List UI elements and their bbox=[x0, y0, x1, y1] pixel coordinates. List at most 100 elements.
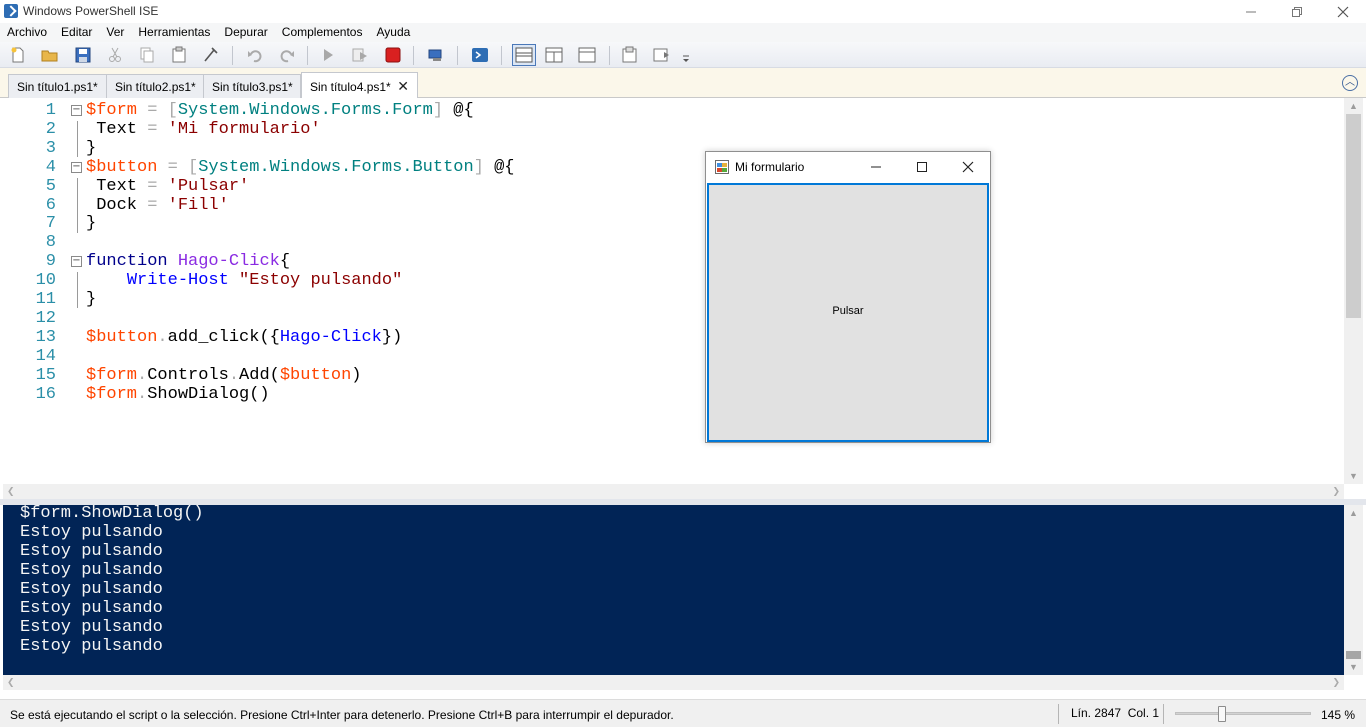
editor-vertical-scrollbar[interactable]: ▲ ▼ bbox=[1344, 98, 1363, 484]
code-token: } bbox=[86, 139, 97, 158]
remote-tab-icon bbox=[428, 49, 442, 61]
menu-herramientas[interactable]: Herramientas bbox=[131, 23, 217, 42]
close-tab-icon[interactable]: ✕ bbox=[397, 78, 409, 95]
code-token: add_click({ bbox=[167, 328, 280, 347]
line-number: 15 bbox=[35, 366, 56, 385]
redo-button[interactable] bbox=[278, 46, 296, 64]
scroll-left-icon[interactable]: ❮ bbox=[7, 675, 15, 690]
tab-sin-titulo2[interactable]: Sin título2.ps1* bbox=[106, 74, 204, 98]
code-token: ShowDialog() bbox=[147, 385, 270, 404]
layout-maximize-script-button[interactable] bbox=[578, 46, 596, 64]
tab-sin-titulo3[interactable]: Sin título3.ps1* bbox=[203, 74, 301, 98]
code-token: Hago-Click bbox=[279, 328, 382, 347]
code-text: } bbox=[86, 290, 96, 309]
tab-sin-titulo4[interactable]: Sin título4.ps1* ✕ bbox=[301, 72, 418, 99]
console-vertical-scrollbar[interactable]: ▲ ▼ bbox=[1344, 505, 1363, 675]
stop-button[interactable] bbox=[384, 46, 402, 64]
line-number: 2 bbox=[45, 120, 56, 139]
code-token: 'Fill' bbox=[167, 196, 229, 215]
maximize-icon bbox=[917, 162, 927, 172]
powershell-console-icon bbox=[472, 48, 488, 62]
cut-button[interactable] bbox=[106, 46, 124, 64]
code-line: 6 Dock = 'Fill' bbox=[3, 196, 1303, 215]
line-number: 16 bbox=[35, 385, 56, 404]
console-line: Estoy pulsando bbox=[20, 637, 163, 656]
new-file-button[interactable] bbox=[9, 46, 27, 64]
menu-ayuda[interactable]: Ayuda bbox=[369, 23, 417, 42]
menu-ver[interactable]: Ver bbox=[99, 23, 131, 42]
toolbar bbox=[0, 42, 1366, 68]
code-token: = bbox=[157, 158, 189, 177]
form-close-button[interactable] bbox=[945, 152, 991, 182]
undo-icon bbox=[248, 50, 262, 63]
script-editor[interactable]: − − − 1 $form = [System.Windows.Forms.For… bbox=[3, 98, 1344, 484]
layout-right-icon bbox=[545, 47, 563, 63]
code-token: . bbox=[137, 366, 148, 385]
show-commands-button[interactable] bbox=[653, 46, 671, 64]
run-selection-button[interactable] bbox=[351, 46, 369, 64]
menu-editar[interactable]: Editar bbox=[54, 23, 99, 42]
console-line: Estoy pulsando bbox=[20, 618, 163, 637]
console-pane[interactable]: $form.ShowDialog() Estoy pulsando Estoy pu… bbox=[3, 504, 1344, 675]
tab-sin-titulo1[interactable]: Sin título1.ps1* bbox=[8, 74, 107, 98]
scroll-right-icon[interactable]: ❯ bbox=[1332, 484, 1340, 499]
scroll-down-icon[interactable]: ▼ bbox=[1344, 468, 1363, 484]
paste-icon bbox=[172, 46, 186, 63]
clear-console-button[interactable] bbox=[202, 46, 220, 64]
menu-depurar[interactable]: Depurar bbox=[217, 23, 274, 42]
editor-horizontal-scrollbar[interactable]: ❮ ❯ bbox=[3, 484, 1344, 499]
line-number: 10 bbox=[35, 271, 56, 290]
save-icon bbox=[75, 47, 91, 63]
code-text: } bbox=[86, 214, 96, 233]
code-token: }) bbox=[381, 328, 403, 347]
scroll-down-icon[interactable]: ▼ bbox=[1344, 659, 1363, 675]
paste-button[interactable] bbox=[170, 46, 188, 64]
run-script-button[interactable] bbox=[319, 46, 337, 64]
minimize-button[interactable] bbox=[1228, 0, 1274, 23]
code-token: $form bbox=[86, 385, 138, 404]
code-token: } bbox=[86, 214, 97, 233]
zoom-slider[interactable] bbox=[1175, 706, 1311, 722]
code-token: . bbox=[137, 385, 148, 404]
powershell-console-button[interactable] bbox=[471, 46, 489, 64]
pulsar-button[interactable]: Pulsar bbox=[707, 183, 989, 442]
form-minimize-button[interactable] bbox=[853, 152, 899, 182]
code-token: } bbox=[86, 290, 97, 309]
form-maximize-button[interactable] bbox=[899, 152, 945, 182]
scroll-up-icon[interactable]: ▲ bbox=[1344, 98, 1363, 114]
code-token: = bbox=[147, 196, 158, 215]
scrollbar-thumb[interactable] bbox=[1346, 651, 1361, 659]
save-button[interactable] bbox=[74, 46, 92, 64]
scroll-right-icon[interactable]: ❯ bbox=[1332, 675, 1340, 690]
open-file-button[interactable] bbox=[41, 46, 59, 64]
code-line: 1 $form = [System.Windows.Forms.Form] @{ bbox=[3, 101, 1303, 120]
code-line: 16 $form.ShowDialog() bbox=[3, 385, 1303, 404]
menu-archivo[interactable]: Archivo bbox=[0, 23, 54, 42]
layout-top-icon bbox=[515, 47, 533, 63]
scroll-left-icon[interactable]: ❮ bbox=[7, 484, 15, 499]
code-token: "Estoy pulsando" bbox=[239, 271, 403, 290]
console-line: Estoy pulsando bbox=[20, 523, 163, 542]
console-horizontal-scrollbar[interactable]: ❮ ❯ bbox=[3, 675, 1344, 690]
code-token: 'Mi formulario' bbox=[167, 120, 321, 139]
menu-complementos[interactable]: Complementos bbox=[275, 23, 370, 42]
remote-powershell-button[interactable] bbox=[427, 46, 445, 64]
console-line: Estoy pulsando bbox=[20, 599, 163, 618]
scrollbar-thumb[interactable] bbox=[1346, 114, 1361, 318]
layout-script-top-button[interactable] bbox=[512, 44, 536, 66]
scroll-up-icon[interactable]: ▲ bbox=[1344, 505, 1363, 521]
layout-script-right-button[interactable] bbox=[545, 46, 563, 64]
code-token: [ bbox=[167, 101, 178, 120]
code-text: $button.add_click({Hago-Click}) bbox=[86, 328, 402, 347]
close-button[interactable] bbox=[1320, 0, 1366, 23]
restore-button[interactable] bbox=[1274, 0, 1320, 23]
zoom-level: 145 % bbox=[1321, 708, 1356, 722]
undo-button[interactable] bbox=[246, 46, 264, 64]
show-script-pane-button[interactable] bbox=[621, 46, 639, 64]
copy-button[interactable] bbox=[138, 46, 156, 64]
status-bar: Se está ejecutando el script o la selecc… bbox=[0, 699, 1366, 727]
zoom-slider-thumb[interactable] bbox=[1218, 706, 1226, 722]
collapse-script-pane-button[interactable]: ︿ bbox=[1342, 75, 1358, 91]
